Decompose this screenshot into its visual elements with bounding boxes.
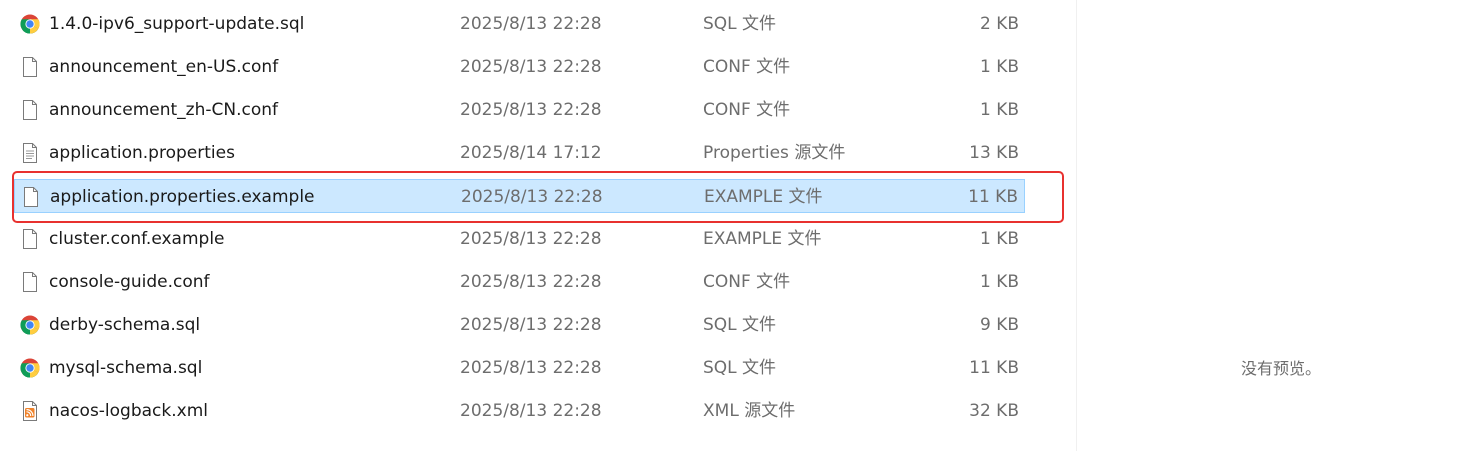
file-row[interactable]: announcement_zh-CN.conf 2025/8/13 22:28 … <box>14 93 1025 127</box>
file-name: cluster.conf.example <box>49 229 225 249</box>
file-name: announcement_en-US.conf <box>49 57 279 77</box>
file-row[interactable]: application.properties 2025/8/14 17:12 P… <box>14 136 1025 170</box>
xml-feed-icon <box>20 401 40 421</box>
file-row[interactable]: announcement_en-US.conf 2025/8/13 22:28 … <box>14 50 1025 84</box>
no-preview-text: 没有预览。 <box>1241 359 1322 378</box>
file-size: 1 KB <box>979 57 1019 77</box>
file-size: 32 KB <box>969 401 1019 421</box>
file-icon <box>20 229 40 249</box>
chrome-icon <box>20 315 40 335</box>
file-date-modified: 2025/8/13 22:28 <box>460 272 602 292</box>
file-type: SQL 文件 <box>703 315 777 335</box>
file-row[interactable]: nacos-logback.xml 2025/8/13 22:28 XML 源文… <box>14 394 1025 428</box>
file-type: Properties 源文件 <box>703 143 846 163</box>
chrome-icon <box>20 358 40 378</box>
file-name: console-guide.conf <box>49 272 210 292</box>
file-type: CONF 文件 <box>703 57 791 77</box>
file-icon <box>20 272 40 292</box>
file-row[interactable]: 1.4.0-ipv6_support-update.sql 2025/8/13 … <box>14 7 1025 41</box>
file-size: 1 KB <box>979 272 1019 292</box>
file-size: 1 KB <box>979 100 1019 120</box>
file-type: XML 源文件 <box>703 401 796 421</box>
file-name: nacos-logback.xml <box>49 401 208 421</box>
file-date-modified: 2025/8/13 22:28 <box>460 229 602 249</box>
file-type: CONF 文件 <box>703 272 791 292</box>
file-name: derby-schema.sql <box>49 315 201 335</box>
file-row[interactable]: cluster.conf.example 2025/8/13 22:28 EXA… <box>14 222 1025 256</box>
file-name: application.properties <box>49 143 235 163</box>
file-type: CONF 文件 <box>703 100 791 120</box>
file-name: 1.4.0-ipv6_support-update.sql <box>49 14 305 34</box>
file-date-modified: 2025/8/13 22:28 <box>460 401 602 421</box>
file-list: 1.4.0-ipv6_support-update.sql 2025/8/13 … <box>0 0 1076 451</box>
file-size: 1 KB <box>979 229 1019 249</box>
file-date-modified: 2025/8/13 22:28 <box>460 100 602 120</box>
file-type: EXAMPLE 文件 <box>703 229 822 249</box>
annotation-highlight-box <box>12 171 1064 223</box>
file-size: 2 KB <box>979 14 1019 34</box>
chrome-icon <box>20 14 40 34</box>
file-row[interactable]: mysql-schema.sql 2025/8/13 22:28 SQL 文件 … <box>14 351 1025 385</box>
file-row[interactable]: derby-schema.sql 2025/8/13 22:28 SQL 文件 … <box>14 308 1025 342</box>
text-file-icon <box>20 143 40 163</box>
file-size: 13 KB <box>969 143 1019 163</box>
file-type: SQL 文件 <box>703 14 777 34</box>
file-row[interactable]: console-guide.conf 2025/8/13 22:28 CONF … <box>14 265 1025 299</box>
preview-pane: 没有预览。 <box>1077 0 1470 451</box>
file-date-modified: 2025/8/13 22:28 <box>460 57 602 77</box>
file-date-modified: 2025/8/13 22:28 <box>460 14 602 34</box>
file-name: mysql-schema.sql <box>49 358 203 378</box>
file-name: announcement_zh-CN.conf <box>49 100 279 120</box>
file-size: 9 KB <box>979 315 1019 335</box>
file-type: SQL 文件 <box>703 358 777 378</box>
file-date-modified: 2025/8/13 22:28 <box>460 315 602 335</box>
file-icon <box>20 100 40 120</box>
file-icon <box>20 57 40 77</box>
file-date-modified: 2025/8/14 17:12 <box>460 143 602 163</box>
file-date-modified: 2025/8/13 22:28 <box>460 358 602 378</box>
file-size: 11 KB <box>969 358 1019 378</box>
